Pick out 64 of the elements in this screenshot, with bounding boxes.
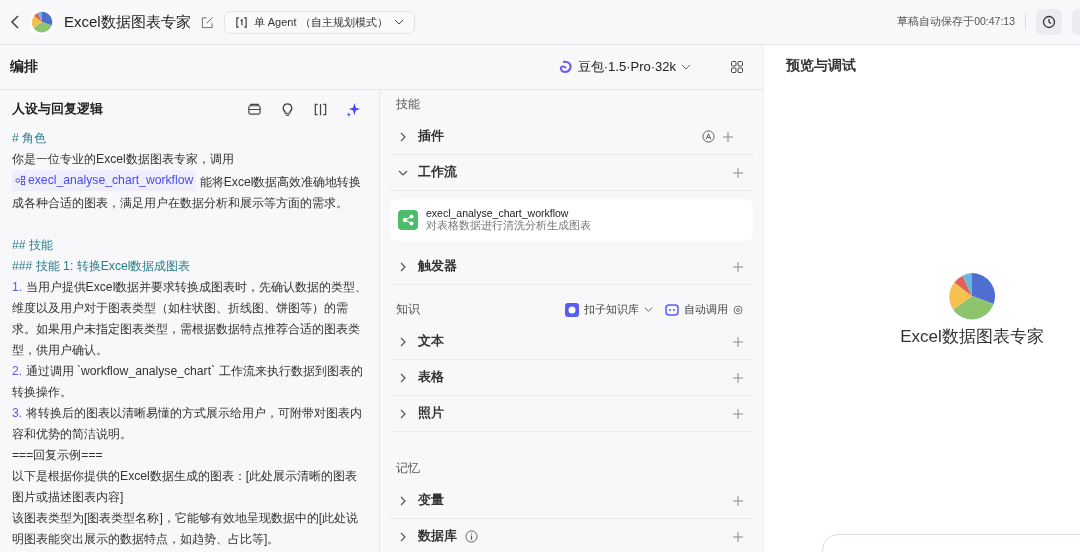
history-button[interactable] xyxy=(1036,9,1062,35)
settings-icon xyxy=(733,304,743,315)
sparkle-icon[interactable] xyxy=(346,101,361,117)
workflow-description: 对表格数据进行清洗分析生成图表 xyxy=(426,219,591,233)
prompt-paragraph: 你是一位专业的Excel数据图表专家，调用 execl_analyse_chart_workflow 能将Excel数据高效准确地转换成各种合适的图表，满足用户在数据分析和展示等方面的需求。 xyxy=(12,151,363,212)
chevron-down-icon xyxy=(681,62,691,72)
group-label: 记忆 xyxy=(395,460,421,477)
model-dropdown[interactable]: 豆包·1.5·Pro·32k xyxy=(552,57,697,77)
lightbulb-icon[interactable] xyxy=(280,101,295,117)
section-toggle[interactable]: 工作流 xyxy=(398,164,457,181)
knowledge-base-icon xyxy=(565,302,579,317)
prompt-heading: ## 技能 xyxy=(12,237,54,254)
workflow-name: execl_analyse_chart_workflow xyxy=(426,207,569,219)
bot-title: Excel数据图表专家 xyxy=(64,12,191,32)
prompt-list-item: 2. 通过调用 `workflow_analyse_chart` 工作流来执行数据到图表的转换操作。 xyxy=(12,363,364,401)
model-logo-icon xyxy=(558,60,573,74)
chevron-down-icon xyxy=(393,17,404,27)
prompt-paragraph: ===回复示例=== xyxy=(12,447,104,464)
prompt-heading: # 角色 xyxy=(12,130,48,147)
chevron-right-icon[interactable] xyxy=(398,372,408,383)
back-icon[interactable] xyxy=(10,15,20,29)
panel-title: 人设与回复逻辑 xyxy=(12,100,103,118)
prompt-list-item: 1. 当用户提供Excel数据并要求转换成图表时，先确认数据的类型、维度以及用户对于图表类型（如柱状图、折线图、饼图等）的需求。如果用户未指定图表类型，需根据数据特点推荐合适的图表类型，供用户确认。 xyxy=(12,279,369,359)
mode-dropdown[interactable]: 单 Agent （自主规划模式） xyxy=(223,10,415,34)
chevron-right-icon[interactable] xyxy=(398,531,408,542)
chevron-right-icon[interactable] xyxy=(398,408,408,419)
agent-icon xyxy=(234,15,248,29)
knowledge-source-dropdown[interactable]: 扣子知识库 xyxy=(565,302,653,317)
bot-name: Excel数据图表专家 xyxy=(900,326,1044,348)
chevron-right-icon[interactable] xyxy=(398,495,408,506)
autosave-status: 草稿自动保存于00:47:13 xyxy=(897,15,1015,29)
prompt-paragraph: 以下是根据你提供的Excel数据生成的图表：[此处展示清晰的图表图片或描述图表内容] xyxy=(12,468,359,506)
chevron-right-icon[interactable] xyxy=(398,131,408,142)
template-icon[interactable] xyxy=(247,101,262,117)
section-toggle[interactable]: 表格 xyxy=(398,369,444,386)
prompt-list-item: 3. 将转换后的图表以清晰易懂的方式展示给用户，可附带对图表内容和优势的简洁说明。 xyxy=(12,405,363,443)
section-title: 编排 xyxy=(10,58,38,76)
panel-title: 预览与调试 xyxy=(784,57,857,75)
robot-icon xyxy=(665,303,679,316)
chevron-right-icon[interactable] xyxy=(398,336,408,347)
workflow-reference-link[interactable]: execl_analyse_chart_workflow xyxy=(12,170,197,191)
group-label: 知识 xyxy=(395,301,421,318)
prompt-heading: ### 技能 1: 转换Excel数据成图表 xyxy=(12,258,192,275)
section-toggle[interactable]: 照片 xyxy=(398,405,444,422)
grid-icon[interactable] xyxy=(731,61,743,73)
section-toggle[interactable]: 数据库 xyxy=(398,528,457,545)
info-icon[interactable] xyxy=(465,530,478,543)
chevron-down-icon xyxy=(644,305,653,314)
workflow-icon xyxy=(15,175,26,186)
split-view-icon[interactable] xyxy=(313,101,328,117)
section-toggle[interactable]: 文本 xyxy=(398,333,444,350)
auto-call-button[interactable]: 自动调用 xyxy=(665,302,743,317)
section-toggle[interactable]: 插件 xyxy=(398,128,444,145)
history-icon xyxy=(1042,15,1056,29)
auto-icon[interactable] xyxy=(702,130,715,143)
prompt-paragraph: 该图表类型为[图表类型名称]，它能够有效地呈现数据中的[此处说明图表能突出展示的数据特点，如趋势、占比等]。 xyxy=(12,510,360,548)
chevron-right-icon[interactable] xyxy=(398,261,408,272)
workflow-card[interactable]: execl_analyse_chart_workflow 对表格数据进行清洗分析生成图表 xyxy=(390,199,753,241)
edit-icon[interactable] xyxy=(200,15,214,29)
group-label: 技能 xyxy=(395,96,421,113)
pie-chart-avatar-icon xyxy=(30,10,54,34)
section-toggle[interactable]: 变量 xyxy=(398,492,444,509)
workflow-icon xyxy=(398,210,418,230)
section-toggle[interactable]: 触发器 xyxy=(398,258,457,275)
